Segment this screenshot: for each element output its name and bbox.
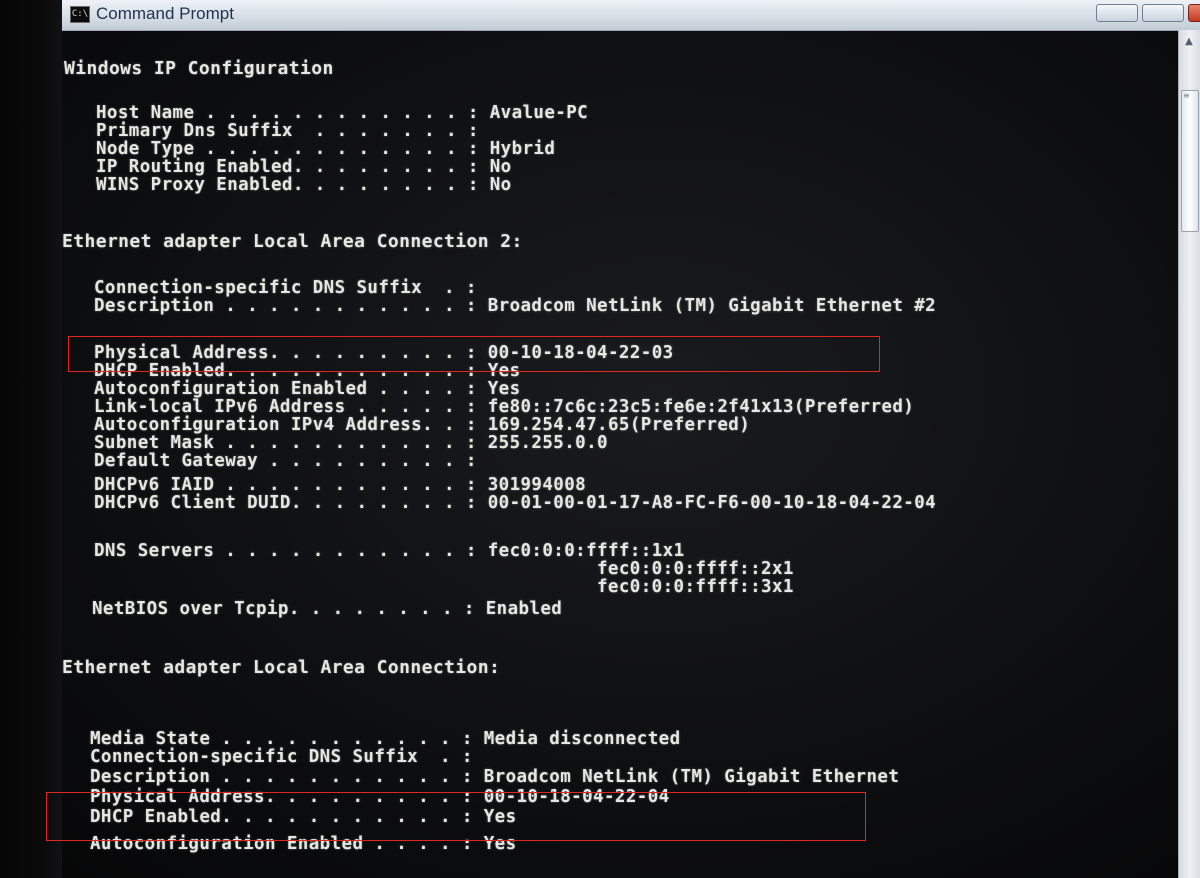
highlight-box-physical-address-lac: [46, 792, 866, 841]
scrollbar-grip-icon: ≡: [1183, 91, 1190, 100]
section-header-lac: Ethernet adapter Local Area Connection:: [62, 657, 501, 678]
console-output[interactable]: Windows IP Configuration Host Name . . .…: [62, 30, 1178, 878]
window-titlebar[interactable]: C:\ Command Prompt: [62, 0, 1200, 31]
console-line-lac2-iaid: DHCPv6 IAID . . . . . . . . . . . : 3019…: [94, 475, 587, 495]
console-line-lac-description: Description . . . . . . . . . . . : Broa…: [90, 767, 900, 787]
console-line-lac2-ipv4: Autoconfiguration IPv4 Address. . : 169.…: [94, 415, 751, 435]
console-line-lac2-gateway: Default Gateway . . . . . . . . . :: [94, 451, 477, 471]
photographed-monitor: C:\ Command Prompt ▲ ≡ Windows IP Config…: [0, 0, 1200, 878]
console-line-lac2-netbios: NetBIOS over Tcpip. . . . . . . . : Enab…: [92, 599, 563, 619]
console-line-lac2-ipv6: Link-local IPv6 Address . . . . . : fe80…: [94, 397, 915, 417]
console-line-lac2-dns-server-3: fec0:0:0:ffff::3x1: [597, 577, 794, 597]
console-line-ip-routing: IP Routing Enabled. . . . . . . . : No: [96, 157, 512, 177]
console-line-lac2-autoconf: Autoconfiguration Enabled . . . . : Yes: [94, 379, 521, 399]
console-line-primary-dns-suffix: Primary Dns Suffix . . . . . . . :: [96, 121, 479, 141]
console-line-lac-media-state: Media State . . . . . . . . . . . : Medi…: [90, 729, 681, 749]
section-header-windows-ip: Windows IP Configuration: [64, 58, 334, 79]
console-line-lac-dns-suffix: Connection-specific DNS Suffix . :: [90, 747, 473, 767]
highlight-box-physical-address-lac2: [68, 336, 880, 372]
console-line-node-type: Node Type . . . . . . . . . . . . : Hybr…: [96, 139, 556, 159]
console-line-lac2-dns-suffix: Connection-specific DNS Suffix . :: [94, 278, 477, 298]
console-line-wins-proxy: WINS Proxy Enabled. . . . . . . . : No: [96, 175, 512, 195]
console-line-lac2-description: Description . . . . . . . . . . . : Broa…: [94, 296, 937, 316]
section-header-lac2: Ethernet adapter Local Area Connection 2…: [62, 231, 523, 252]
cmd-icon: C:\: [70, 6, 90, 23]
vertical-scrollbar[interactable]: ▲ ≡: [1178, 30, 1200, 878]
console-line-lac2-dns-servers: DNS Servers . . . . . . . . . . . : fec0…: [94, 541, 685, 561]
console-line-lac2-duid: DHCPv6 Client DUID. . . . . . . . : 00-0…: [94, 493, 937, 513]
scrollbar-thumb[interactable]: [1181, 90, 1199, 232]
console-line-lac2-dns-server-2: fec0:0:0:ffff::2x1: [597, 559, 794, 579]
scroll-up-arrow-icon[interactable]: ▲: [1181, 34, 1197, 50]
close-button[interactable]: [1188, 4, 1200, 22]
maximize-button[interactable]: [1142, 4, 1184, 22]
minimize-button[interactable]: [1096, 4, 1138, 22]
console-line-lac2-subnet: Subnet Mask . . . . . . . . . . . : 255.…: [94, 433, 608, 453]
console-line-host-name: Host Name . . . . . . . . . . . . : Aval…: [96, 103, 589, 123]
monitor-bezel-left: [0, 0, 62, 878]
window-title: Command Prompt: [96, 4, 234, 23]
